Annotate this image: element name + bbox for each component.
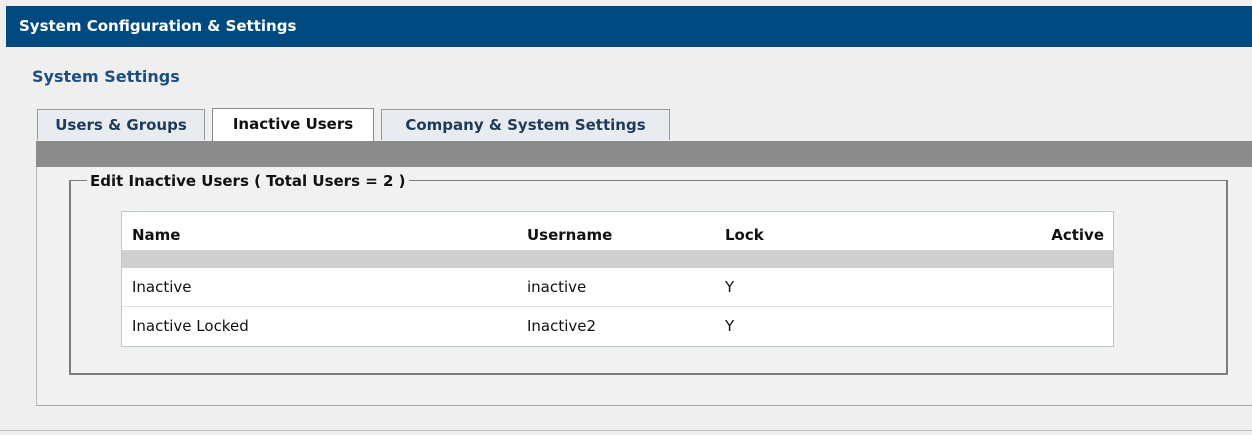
tab-company-system-settings[interactable]: Company & System Settings [381,109,670,140]
cell-lock: Y [725,278,735,296]
column-header-active[interactable]: Active [1051,226,1104,244]
fieldset-legend: Edit Inactive Users ( Total Users = 2 ) [87,171,409,191]
table-row[interactable]: Inactive Locked Inactive2 Y [122,308,1113,347]
page-divider [0,430,1252,431]
cell-username: Inactive2 [527,317,597,335]
tab-inactive-users[interactable]: Inactive Users [212,108,374,142]
window-title: System Configuration & Settings [19,17,297,35]
inactive-users-table: Name Username Lock Active Inactive inact… [121,211,1114,347]
table-header-separator [122,250,1113,268]
column-header-username[interactable]: Username [527,226,612,244]
tab-content-header-bar [36,141,1252,167]
column-header-lock[interactable]: Lock [725,226,764,244]
table-row[interactable]: Inactive inactive Y [122,268,1113,307]
tab-users-groups[interactable]: Users & Groups [37,109,205,140]
cell-username: inactive [527,278,587,296]
page-title: System Settings [32,67,180,86]
cell-lock: Y [725,317,735,335]
window-title-bar: System Configuration & Settings [6,6,1252,47]
column-header-name[interactable]: Name [132,226,180,244]
cell-name: Inactive [132,278,192,296]
cell-name: Inactive Locked [132,317,249,335]
